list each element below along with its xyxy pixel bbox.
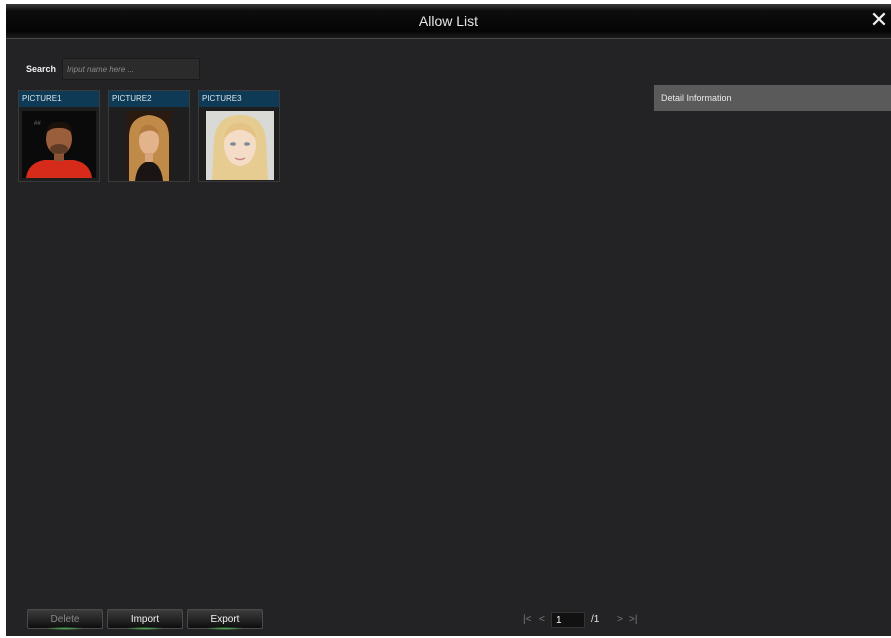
first-page-icon[interactable]: |< bbox=[523, 614, 531, 625]
search-label: Search bbox=[26, 64, 57, 74]
close-icon[interactable]: ✕ bbox=[869, 8, 889, 32]
picture-card-3[interactable]: PICTURE3 bbox=[198, 90, 280, 182]
face-thumbnail-2 bbox=[127, 111, 171, 181]
export-button[interactable]: Export bbox=[187, 609, 263, 630]
delete-button-label: Delete bbox=[50, 614, 80, 625]
picture-card-1[interactable]: PICTURE1 ## bbox=[18, 90, 100, 182]
export-button-label: Export bbox=[210, 614, 240, 625]
picture-name: PICTURE1 bbox=[19, 91, 99, 107]
title-bar: Allow List ✕ bbox=[6, 4, 891, 39]
import-button-label: Import bbox=[130, 614, 160, 625]
search-input[interactable] bbox=[62, 58, 200, 80]
button-glow bbox=[126, 627, 164, 630]
detail-information-header: Detail Information bbox=[654, 85, 891, 111]
face-thumbnail-1: ## bbox=[22, 111, 96, 178]
svg-text:##: ## bbox=[34, 121, 41, 127]
page-total: /1 bbox=[591, 614, 600, 625]
import-button[interactable]: Import bbox=[107, 609, 183, 630]
picture-name: PICTURE3 bbox=[199, 91, 279, 107]
picture-card-2[interactable]: PICTURE2 bbox=[108, 90, 190, 182]
button-glow bbox=[206, 627, 244, 630]
face-thumbnail-3 bbox=[206, 111, 274, 180]
button-glow bbox=[46, 627, 84, 630]
allow-list-window: Allow List ✕ Search PICTURE1 ## PICTURE2 bbox=[6, 4, 891, 636]
window-title: Allow List bbox=[418, 13, 479, 29]
last-page-icon[interactable]: >| bbox=[629, 614, 637, 625]
picture-name: PICTURE2 bbox=[109, 91, 189, 107]
next-page-icon[interactable]: > bbox=[617, 614, 623, 625]
delete-button[interactable]: Delete bbox=[27, 609, 103, 630]
page-number-input[interactable] bbox=[551, 612, 585, 628]
previous-page-icon[interactable]: < bbox=[539, 614, 545, 625]
